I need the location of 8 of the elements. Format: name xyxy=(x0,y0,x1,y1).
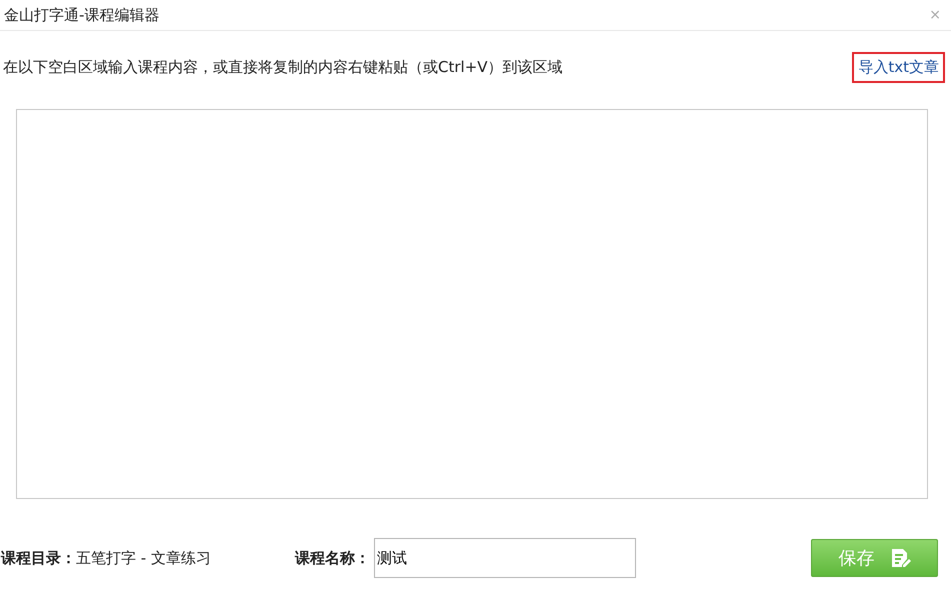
course-name-label: 课程名称： xyxy=(294,548,370,568)
catalog-value: 五笔打字 - 文章练习 xyxy=(76,548,211,568)
course-name-field[interactable]: 测试 xyxy=(374,538,636,578)
window-title: 金山打字通-课程编辑器 xyxy=(4,6,160,24)
import-link[interactable]: 导入txt文章 xyxy=(852,52,945,82)
catalog-label: 课程目录： xyxy=(1,548,76,568)
content-editor[interactable] xyxy=(16,109,928,499)
instruction-text: 在以下空白区域输入课程内容，或直接将复制的内容右键粘贴（或Ctrl+V）到该区域 xyxy=(3,58,563,76)
